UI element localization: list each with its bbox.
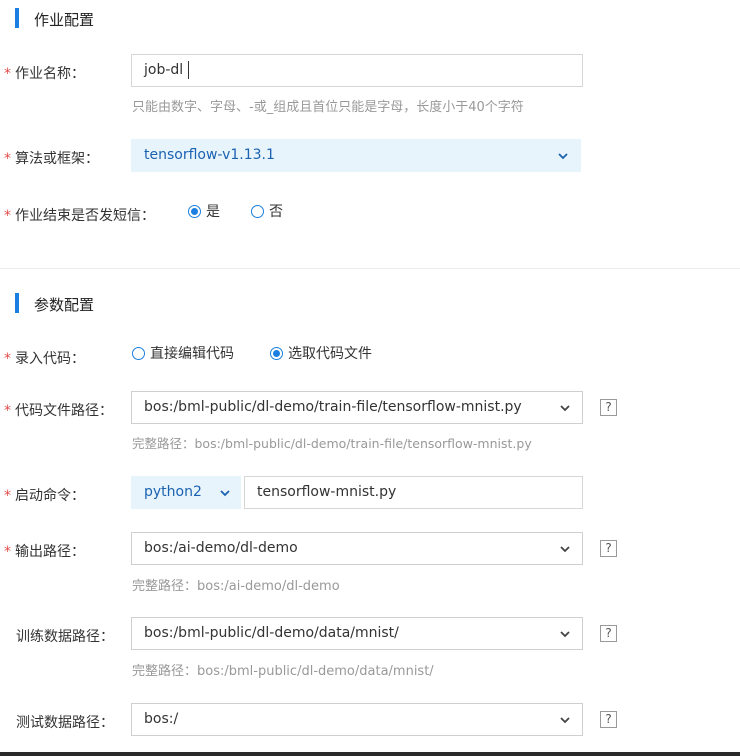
train-data-value: bos:/bml-public/dl-demo/data/mnist/ — [144, 625, 399, 641]
code-path-value: bos:/bml-public/dl-demo/train-file/tenso… — [144, 399, 522, 415]
framework-value: tensorflow-v1.13.1 — [144, 147, 275, 163]
chevron-down-icon — [560, 631, 570, 638]
chevron-down-icon — [560, 546, 570, 553]
required-star: * — [4, 488, 11, 504]
test-data-value: bos:/ — [144, 711, 179, 727]
help-icon[interactable]: ? — [600, 540, 617, 557]
required-star: * — [4, 544, 11, 560]
job-name-hint: 只能由数字、字母、-或_组成且首位只能是字母，长度小于40个字符 — [132, 100, 524, 115]
radio-checked-icon — [188, 204, 201, 218]
required-star: * — [4, 351, 11, 367]
required-star: * — [4, 66, 11, 82]
radio-label: 直接编辑代码 — [150, 346, 234, 362]
section-accent-bar — [15, 293, 19, 313]
framework-label: * 算法或框架： — [4, 151, 99, 167]
sms-radio-no[interactable]: 否 — [251, 201, 283, 221]
required-star: * — [4, 403, 11, 419]
start-cmd-label: * 启动命令： — [4, 488, 85, 504]
start-cmd-value: tensorflow-mnist.py — [257, 484, 397, 500]
train-data-select[interactable]: bos:/bml-public/dl-demo/data/mnist/ — [131, 617, 583, 650]
section-accent-bar — [15, 8, 19, 28]
chevron-down-icon — [558, 153, 568, 160]
help-icon[interactable]: ? — [600, 711, 617, 728]
section-title-params: 参数配置 — [34, 296, 95, 314]
code-path-hint: 完整路径：bos:/bml-public/dl-demo/train-file/… — [132, 436, 532, 451]
section-title-job: 作业配置 — [34, 11, 95, 29]
text-caret — [188, 61, 189, 79]
sms-label: * 作业结束是否发短信： — [4, 208, 155, 224]
section-divider — [0, 268, 740, 269]
output-path-value: bos:/ai-demo/dl-demo — [144, 540, 298, 556]
train-data-label: 训练数据路径： — [16, 629, 114, 645]
code-radio-file[interactable]: 选取代码文件 — [270, 343, 372, 363]
chevron-down-icon — [560, 405, 570, 412]
help-icon[interactable]: ? — [600, 399, 617, 416]
radio-unchecked-icon — [251, 204, 264, 218]
job-name-input[interactable]: job-dl — [131, 54, 583, 87]
output-path-label: * 输出路径： — [4, 544, 85, 560]
train-data-hint: 完整路径：bos:/bml-public/dl-demo/data/mnist/ — [132, 664, 434, 679]
required-star: * — [4, 151, 11, 167]
bottom-border — [0, 752, 740, 756]
framework-select[interactable]: tensorflow-v1.13.1 — [131, 139, 581, 172]
required-star: * — [4, 208, 11, 224]
code-path-select[interactable]: bos:/bml-public/dl-demo/train-file/tenso… — [131, 391, 583, 424]
radio-checked-icon — [270, 346, 283, 360]
chevron-down-icon — [560, 717, 570, 724]
radio-label: 否 — [269, 204, 283, 220]
code-input-label: * 录入代码： — [4, 351, 85, 367]
code-radio-edit[interactable]: 直接编辑代码 — [132, 343, 234, 363]
job-name-value: job-dl — [144, 62, 184, 78]
test-data-label: 测试数据路径： — [16, 715, 114, 731]
radio-unchecked-icon — [132, 346, 145, 360]
interpreter-select[interactable]: python2 — [131, 476, 241, 509]
radio-label: 选取代码文件 — [288, 346, 372, 362]
sms-radio-yes[interactable]: 是 — [188, 201, 220, 221]
output-path-select[interactable]: bos:/ai-demo/dl-demo — [131, 532, 583, 565]
help-icon[interactable]: ? — [600, 625, 617, 642]
chevron-down-icon — [220, 490, 230, 497]
job-name-label: * 作业名称： — [4, 66, 85, 82]
interpreter-value: python2 — [144, 484, 202, 500]
radio-label: 是 — [206, 204, 220, 220]
code-path-label: * 代码文件路径： — [4, 403, 113, 419]
start-cmd-input[interactable]: tensorflow-mnist.py — [244, 476, 583, 509]
test-data-select[interactable]: bos:/ — [131, 703, 583, 736]
output-path-hint: 完整路径：bos:/ai-demo/dl-demo — [132, 579, 340, 594]
